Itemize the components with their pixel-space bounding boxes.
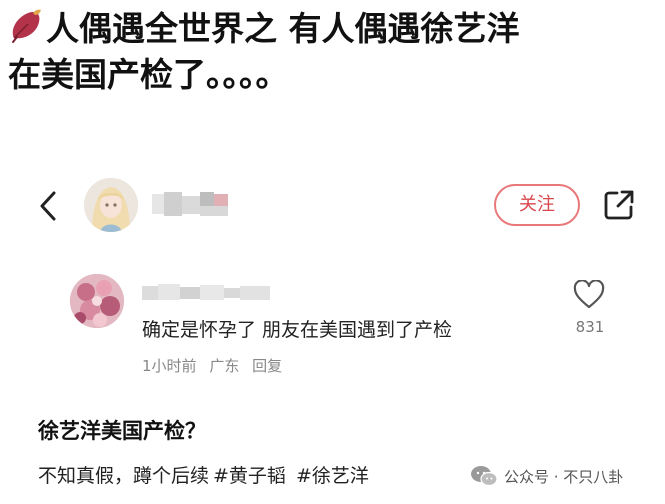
hashtag-link[interactable]: #黄子韬 <box>213 465 286 487</box>
post-title: 徐艺洋美国产检？ <box>38 419 206 443</box>
comment-time: 1小时前 <box>142 357 197 375</box>
comment-meta: 1小时前 广东 回复 <box>142 355 290 376</box>
headline-line-2: 在美国产检了。。。。 <box>8 55 289 94</box>
comment-location: 广东 <box>209 357 240 375</box>
sweet-potato-icon <box>12 9 41 43</box>
share-icon[interactable] <box>602 188 636 222</box>
avatar-image <box>84 178 138 232</box>
screenshot-page: 人偶遇全世界之 有人偶遇徐艺洋 在美国产检了。。。。 关注 确定是怀孕了 朋友在… <box>0 0 665 504</box>
heart-icon[interactable] <box>573 280 605 310</box>
commenter-avatar[interactable] <box>70 274 124 328</box>
comment-text: 确定是怀孕了 朋友在美国遇到了产检 <box>142 319 453 341</box>
wechat-icon <box>471 466 498 487</box>
blurred-username <box>152 192 228 216</box>
headline-text-1: 人偶遇全世界之 有人偶遇徐艺洋 <box>46 9 520 48</box>
post-body: 不知真假，蹲个后续 #黄子韬 #徐艺洋 <box>38 461 369 488</box>
avatar[interactable] <box>84 178 138 232</box>
chevron-left-icon[interactable] <box>38 190 58 222</box>
follow-button[interactable]: 关注 <box>494 184 580 226</box>
reply-button[interactable]: 回复 <box>252 357 282 375</box>
headline-line-1: 人偶遇全世界之 有人偶遇徐艺洋 <box>8 6 658 52</box>
watermark: 公众号 · 不只八卦 <box>470 462 623 490</box>
post-body-text: 不知真假，蹲个后续 <box>38 465 210 487</box>
watermark-text: 公众号 · 不只八卦 <box>504 467 624 486</box>
commenter-avatar-image <box>70 274 124 328</box>
blurred-commenter-name <box>142 284 270 300</box>
headline: 人偶遇全世界之 有人偶遇徐艺洋 在美国产检了。。。。 <box>8 6 658 98</box>
like-count: 831 <box>575 318 605 336</box>
hashtag-link[interactable]: #徐艺洋 <box>296 465 369 487</box>
